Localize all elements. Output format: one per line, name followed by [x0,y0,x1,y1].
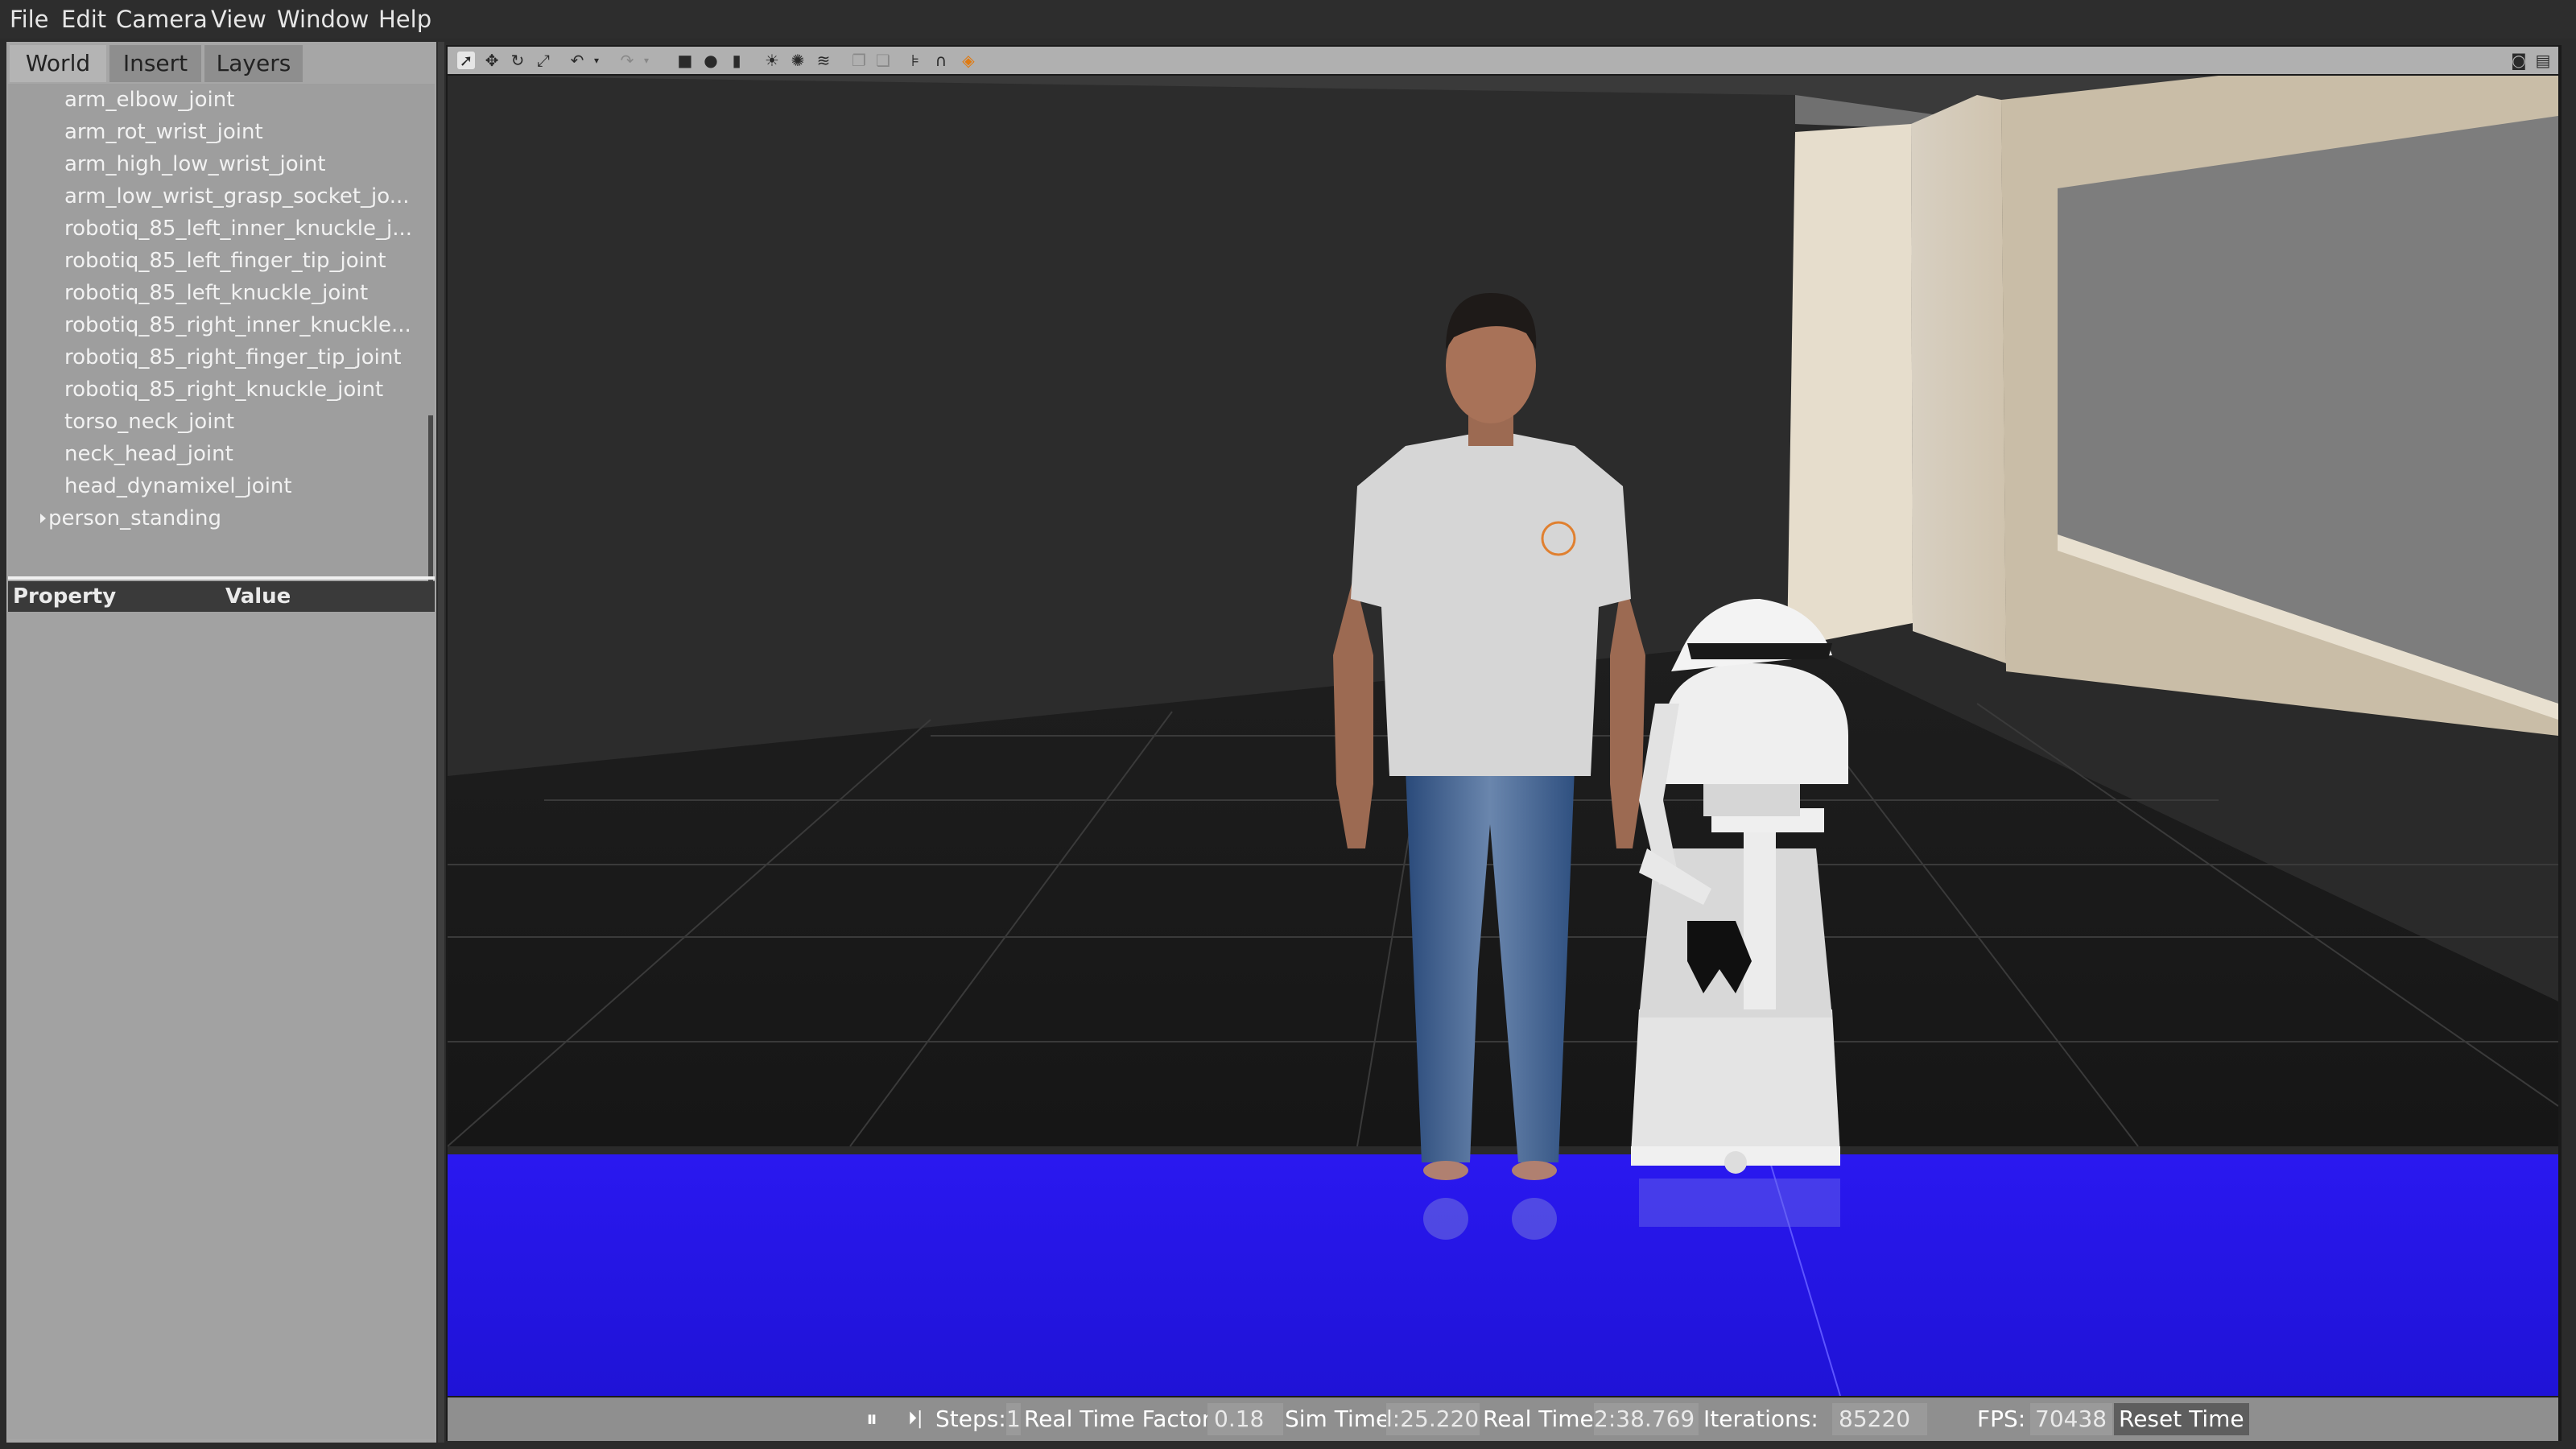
select-arrow-icon[interactable]: ➚ [457,52,475,69]
redo-icon[interactable]: ↷ [618,52,636,69]
sim-time-label: Sim Time: [1285,1406,1397,1432]
tree-item[interactable]: arm_elbow_joint [64,84,431,116]
tree-item-person-standing[interactable]: person_standing [48,502,415,535]
tree-item[interactable]: arm_rot_wrist_joint [64,116,431,148]
tree-item[interactable]: robotiq_85_right_inner_knuckle... [64,309,431,341]
world-tree: arm_elbow_joint arm_rot_wrist_joint arm_… [8,84,435,594]
menu-help[interactable]: Help [378,3,431,35]
tab-insert[interactable]: Insert [109,45,201,82]
left-panel: World Insert Layers arm_elbow_joint arm_… [6,42,436,1443]
translate-icon[interactable]: ✥ [483,52,501,69]
step-icon[interactable]: ⏵| [908,1397,923,1441]
tree-item[interactable]: robotiq_85_right_finger_tip_joint [64,341,431,374]
tree-item[interactable]: head_dynamixel_joint [64,470,431,502]
iterations-label: Iterations: [1703,1406,1818,1432]
fps-label: FPS: [1977,1406,2026,1432]
tree-item[interactable]: robotiq_85_right_knuckle_joint [64,374,431,406]
tree-item[interactable]: arm_low_wrist_grasp_socket_jo... [64,180,431,213]
redo-dropdown-icon[interactable]: ▾ [638,52,655,69]
reset-time-button[interactable]: Reset Time [2114,1403,2249,1435]
tree-item[interactable]: torso_neck_joint [64,406,431,438]
align-icon[interactable]: ⊧ [906,52,924,69]
menu-edit[interactable]: Edit [61,3,106,35]
menu-window[interactable]: Window [277,3,369,35]
menu-camera[interactable]: Camera [116,3,208,35]
tree-item[interactable]: robotiq_85_left_finger_tip_joint [64,245,431,277]
toolbar: ➚ ✥ ↻ ⤢ ↶ ▾ ↷ ▾ ■ ● ▮ ☀ ✺ ≋ ❐ ❏ ⊧ ∩ ◈ ◙ … [448,47,2558,74]
sim-time-value: l:25.220 [1386,1403,1480,1435]
tree-item[interactable]: robotiq_85_left_inner_knuckle_j... [64,213,431,245]
right-wall-corner [1911,95,2006,663]
3d-viewport[interactable] [448,76,2558,1396]
rotate-icon[interactable]: ↻ [509,52,526,69]
paste-icon[interactable]: ❏ [874,52,892,69]
panel-splitter[interactable] [8,576,435,580]
box-shape-icon[interactable]: ■ [676,52,694,69]
scale-icon[interactable]: ⤢ [535,52,552,69]
pause-icon[interactable]: ⏸ [866,1397,877,1441]
main-splitter[interactable] [438,42,444,1443]
cylinder-shape-icon[interactable]: ▮ [728,52,745,69]
undo-dropdown-icon[interactable]: ▾ [588,52,605,69]
status-bar: ⏸ ⏵| Steps: 1 Real Time Factor: 0.18 Sim… [448,1397,2558,1441]
property-table [8,612,435,1439]
point-light-icon[interactable]: ☀ [763,52,781,69]
copy-icon[interactable]: ❐ [850,52,868,69]
right-wall-near [1787,124,1913,647]
steps-value[interactable]: 1 [1006,1403,1021,1435]
property-column-header: Property [13,584,117,609]
undo-icon[interactable]: ↶ [568,52,586,69]
sphere-shape-icon[interactable]: ● [702,52,720,69]
record-icon[interactable]: ▤ [2534,52,2552,69]
tree-item[interactable]: neck_head_joint [64,438,431,470]
blue-ground-plane [448,1154,2558,1396]
screenshot-icon[interactable]: ◙ [2510,52,2528,69]
change-view-icon[interactable]: ◈ [960,52,977,69]
snap-icon[interactable]: ∩ [932,52,950,69]
real-time-factor-label: Real Time Factor: [1024,1406,1219,1432]
tab-world[interactable]: World [10,45,106,82]
menu-bar: File Edit Camera View Window Help [0,0,2576,39]
steps-label: Steps: [935,1406,1006,1432]
tree-scrollbar[interactable] [428,415,433,594]
menu-file[interactable]: File [10,3,49,35]
expand-arrow-icon[interactable] [40,514,46,523]
tree-item[interactable]: arm_high_low_wrist_joint [64,148,431,180]
spot-light-icon[interactable]: ✺ [789,52,807,69]
iterations-value: 85220 [1832,1403,1927,1435]
real-time-factor-value: 0.18 [1208,1403,1283,1435]
directional-light-icon[interactable]: ≋ [815,52,832,69]
render-window: ➚ ✥ ↻ ⤢ ↶ ▾ ↷ ▾ ■ ● ▮ ☀ ✺ ≋ ❐ ❏ ⊧ ∩ ◈ ◙ … [446,45,2562,1441]
tab-layers[interactable]: Layers [204,45,303,82]
value-column-header: Value [225,584,291,609]
property-table-header: Property Value [8,581,435,612]
tree-item[interactable]: robotiq_85_left_knuckle_joint [64,277,431,309]
real-time-label: Real Time: [1483,1406,1602,1432]
real-time-value: 2:38.769 [1594,1403,1699,1435]
menu-view[interactable]: View [211,3,266,35]
fps-value: 70438 [2030,1403,2112,1435]
